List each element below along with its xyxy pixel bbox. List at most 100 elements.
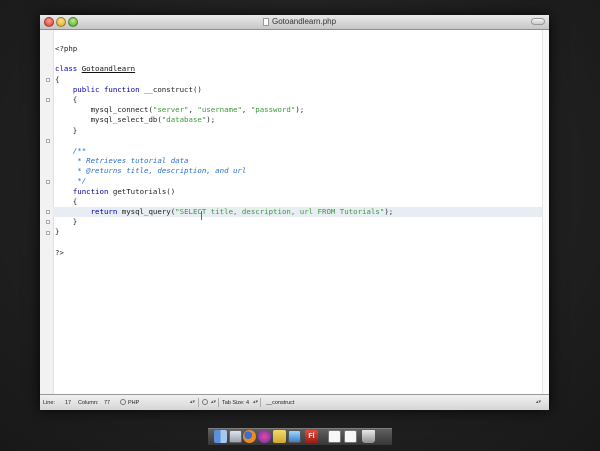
code-token: <?php (55, 44, 78, 53)
code-token: getTutorials() (108, 186, 176, 196)
editor-window: Gotoandlearn.php <?php class Gotoandlearn… (40, 15, 549, 410)
code-line[interactable]: { (55, 75, 549, 85)
code-token: } (55, 125, 78, 135)
code-line[interactable]: mysql_connect("server", "username", "pas… (55, 105, 549, 115)
mail-icon[interactable] (229, 430, 242, 443)
minimize-window-button[interactable] (56, 17, 66, 27)
code-token: class (55, 64, 78, 74)
status-bar: Line: 17 Column: 77 PHP ▴▾ ▴▾ Tab Size: … (40, 394, 549, 410)
code-editor[interactable]: <?php class Gotoandlearn{ public function… (53, 30, 549, 394)
trash-icon[interactable] (362, 430, 375, 443)
code-token: function (72, 186, 109, 196)
code-token: */ (55, 176, 87, 186)
symbol-selector[interactable]: __construct (266, 400, 294, 407)
flash-icon[interactable]: Fl (305, 430, 318, 443)
chevron-updown-icon[interactable]: ▴▾ (536, 398, 541, 406)
fold-marker-icon[interactable] (46, 230, 50, 235)
code-token: "server" (152, 105, 189, 115)
chevron-updown-icon[interactable]: ▴▾ (211, 398, 216, 406)
column-label: Column: (78, 400, 99, 406)
fold-marker-icon[interactable] (46, 220, 50, 225)
column-number: 77 (104, 400, 111, 406)
fold-marker-icon[interactable] (46, 179, 50, 184)
fold-marker-icon[interactable] (46, 138, 50, 143)
firefox-icon[interactable] (243, 430, 256, 443)
code-line[interactable]: } (55, 126, 549, 136)
text-cursor (201, 211, 202, 220)
code-token: __construct() (139, 84, 202, 94)
finder-icon[interactable] (214, 430, 227, 443)
code-line[interactable]: <?php (55, 44, 549, 54)
code-line[interactable]: } (55, 227, 549, 237)
code-line[interactable]: mysql_select_db("database"); (55, 115, 549, 125)
folder-icon[interactable] (273, 430, 286, 443)
status-divider (218, 398, 219, 407)
tab-size-value[interactable]: 4 (246, 400, 249, 407)
photos-icon[interactable] (288, 430, 301, 443)
chevron-updown-icon[interactable]: ▴▾ (253, 398, 258, 406)
code-token: "database" (161, 115, 207, 125)
code-line[interactable]: * @returns title, description, and url (55, 166, 549, 176)
code-token: ); (206, 115, 216, 125)
code-line[interactable] (55, 54, 549, 64)
code-line[interactable]: public function __construct() (55, 85, 549, 95)
gear-icon[interactable] (120, 399, 126, 405)
language-selector[interactable]: PHP (128, 400, 139, 407)
title-bar[interactable]: Gotoandlearn.php (40, 15, 549, 30)
document-icon (263, 18, 269, 26)
vertical-scrollbar[interactable] (542, 30, 549, 394)
code-line[interactable]: ?> (55, 248, 549, 258)
code-line[interactable] (55, 136, 549, 146)
line-number: 17 (65, 400, 72, 406)
line-label: Line: (43, 400, 55, 406)
code-token: * Retrieves tutorial data (55, 156, 189, 166)
fold-marker-icon[interactable] (46, 77, 50, 82)
code-token: Gotoandlearn (81, 64, 136, 74)
code-token: public function (72, 84, 140, 94)
code-token: { (55, 74, 60, 84)
code-token: ); (295, 105, 305, 115)
code-line[interactable] (55, 238, 549, 248)
code-line[interactable]: return mysql_query("SELECT title, descri… (53, 207, 549, 218)
zoom-window-button[interactable] (68, 17, 78, 27)
itunes-icon[interactable] (258, 430, 271, 443)
code-token: ?> (55, 247, 64, 257)
code-token: } (55, 227, 60, 237)
code-token: "username" (197, 105, 242, 115)
code-line[interactable]: class Gotoandlearn (55, 64, 549, 74)
tab-size-label[interactable]: Tab Size: (222, 400, 245, 407)
code-line[interactable]: */ (55, 176, 549, 186)
fold-marker-icon[interactable] (46, 98, 50, 102)
code-line[interactable]: * Retrieves tutorial data (55, 156, 549, 166)
code-token: return (90, 207, 118, 216)
code-token: * @returns title, description, and url (55, 166, 247, 176)
code-token: "SELECT title, description, url FROM Tut… (175, 207, 385, 216)
chevron-updown-icon[interactable]: ▴▾ (190, 398, 195, 406)
bundle-gear-icon[interactable] (202, 399, 208, 405)
code-line[interactable]: { (55, 197, 549, 207)
code-line[interactable]: function getTutorials() (55, 187, 549, 197)
documents-icon[interactable] (344, 430, 357, 443)
code-token: "password" (250, 105, 296, 115)
toolbar-toggle-button[interactable] (531, 18, 545, 25)
code-token: mysql_query( (117, 207, 176, 216)
code-token: { (55, 94, 78, 104)
code-token: , (241, 105, 251, 115)
status-divider (198, 398, 199, 407)
close-window-button[interactable] (44, 17, 54, 27)
line-gutter[interactable] (40, 30, 54, 394)
window-title: Gotoandlearn.php (272, 17, 337, 26)
code-token: mysql_connect( (55, 105, 153, 115)
code-token: { (55, 196, 78, 206)
code-token: } (55, 217, 78, 227)
code-text[interactable]: <?php class Gotoandlearn{ public function… (53, 44, 549, 258)
fold-marker-icon[interactable] (46, 210, 50, 215)
envelope-icon[interactable] (328, 430, 341, 443)
code-line[interactable]: } (55, 217, 549, 227)
code-line[interactable]: /** (55, 146, 549, 156)
code-line[interactable]: { (55, 95, 549, 105)
